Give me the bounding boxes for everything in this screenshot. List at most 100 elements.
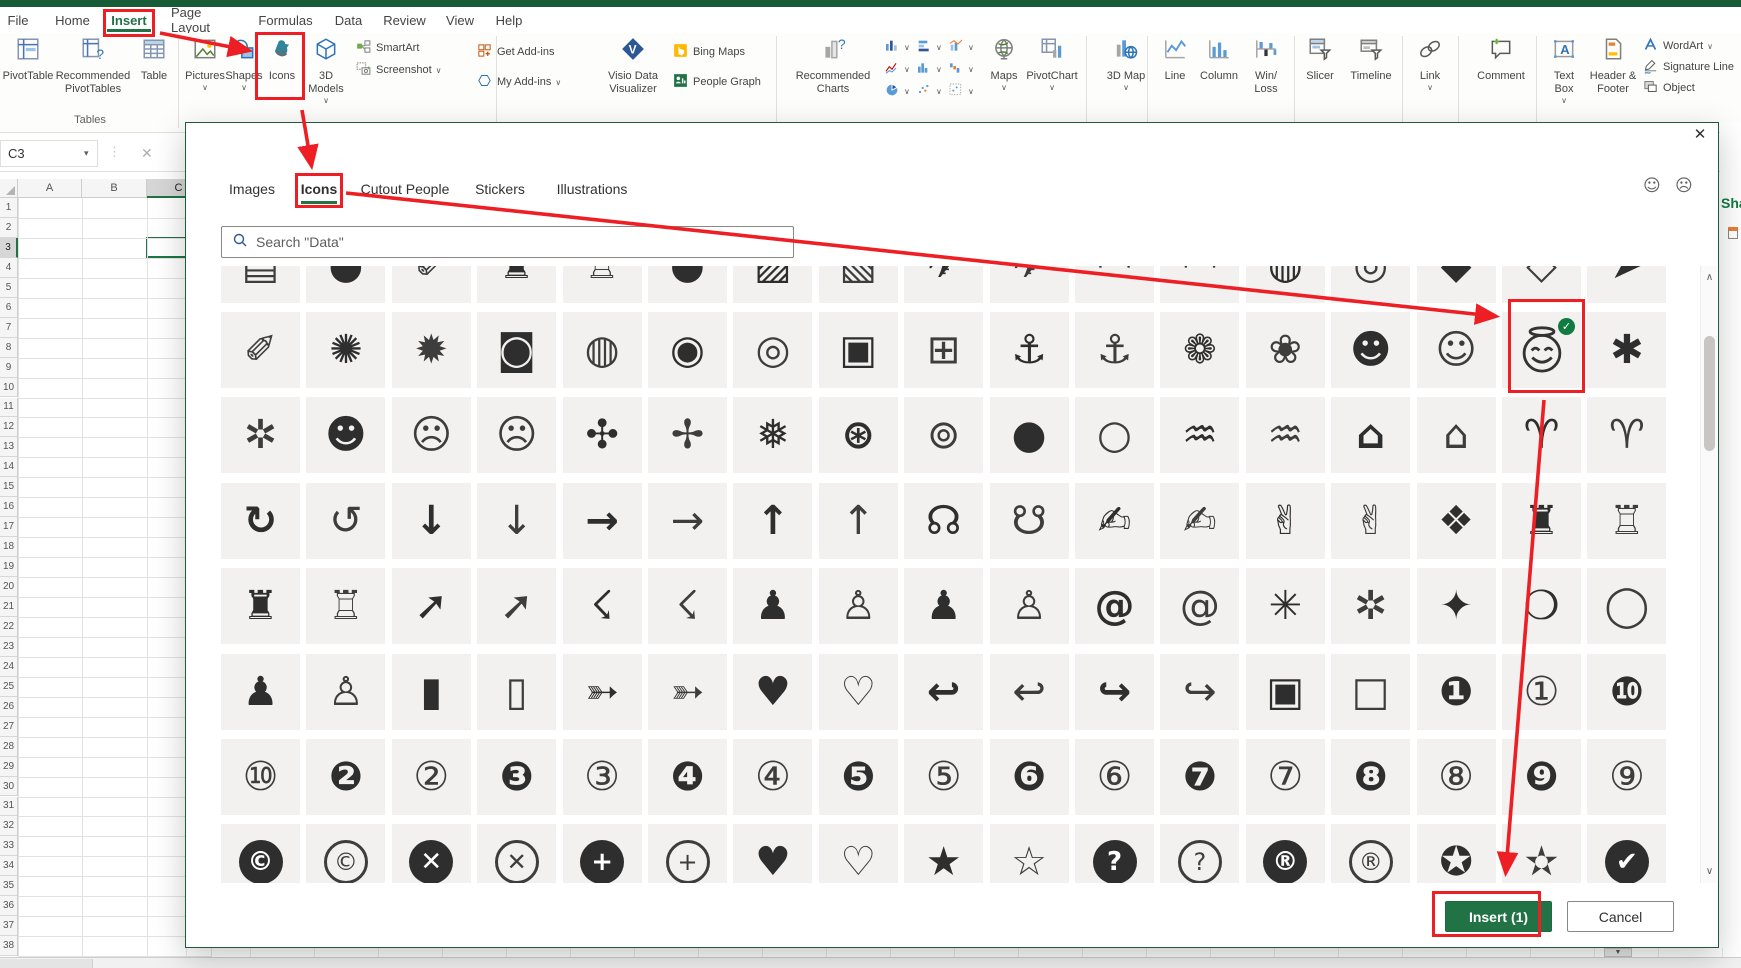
row-header-37[interactable]: 37 <box>0 916 18 936</box>
icon-cell-badge-10-filled[interactable]: ❿ <box>1587 654 1666 730</box>
icon-cell-badge-3-filled[interactable]: ❸ <box>477 739 556 815</box>
icon-cell-backpack-outline[interactable]: □ <box>1331 654 1410 730</box>
dialog-tab-stickers[interactable]: Stickers <box>470 172 530 206</box>
icon-cell-button-outline[interactable]: ◎ <box>733 312 812 388</box>
icon-cell-angry-face-filled[interactable]: ☻ <box>306 397 385 473</box>
row-header-11[interactable]: 11 <box>0 398 18 418</box>
icon-cell-forward-arrow-outline[interactable]: ↪ <box>1160 654 1239 730</box>
icon-cell-atom-outline[interactable]: ✲ <box>1331 568 1410 644</box>
ribbon-button-recommended-charts[interactable]: ?Recommended Charts <box>798 36 868 130</box>
row-header-17[interactable]: 17 <box>0 517 18 537</box>
icon-cell-anchor-filled[interactable]: ⚓ <box>990 312 1069 388</box>
icon-cell-onesie-outline[interactable]: ♡ <box>819 654 898 730</box>
tab-file[interactable]: File <box>4 7 32 33</box>
tab-formulas[interactable]: Formulas <box>259 7 312 33</box>
ribbon-button-signature-line[interactable]: Signature Line <box>1642 57 1734 77</box>
dialog-tab-illustrations[interactable]: Illustrations <box>548 172 636 206</box>
dialog-tab-images[interactable]: Images <box>223 172 281 206</box>
icon-cell-refresh-arrows-filled[interactable]: ↻ <box>221 483 300 559</box>
icon-cell-tape-measure-filled[interactable]: ◙ <box>477 312 556 388</box>
row-header-23[interactable]: 23 <box>0 637 18 657</box>
icon-cell-annoyed-face-outline[interactable]: ☹ <box>392 397 471 473</box>
icon-cell-anemone-filled[interactable]: ◍ <box>1246 266 1325 303</box>
tab-page-layout[interactable]: Page Layout <box>167 7 239 33</box>
dialog-tab-cutout-people[interactable]: Cutout People <box>355 172 455 206</box>
icon-cell-arrow-right-filled[interactable]: → <box>563 483 642 559</box>
ribbon-button-insert-waterfall-chart[interactable]: ∨ <box>948 81 974 101</box>
icon-cell-onesie-filled[interactable]: ♥ <box>733 654 812 730</box>
icon-cell-registered-filled[interactable]: ® <box>1246 824 1325 883</box>
icon-cell-shield-outline[interactable]: ◇ <box>1502 266 1581 303</box>
ribbon-button-wordart[interactable]: WordArt∨ <box>1642 36 1713 56</box>
ribbon-button-pictures[interactable]: Pictures∨ <box>184 36 226 130</box>
row-header-10[interactable]: 10 <box>0 378 18 398</box>
row-header-27[interactable]: 27 <box>0 717 18 737</box>
icon-cell-yarn-ball-filled[interactable]: ✺ <box>306 312 385 388</box>
icon-cell-badge-9-outline[interactable]: ⑨ <box>1587 739 1666 815</box>
ribbon-button-insert-statistic-chart[interactable]: ∨ <box>948 59 974 79</box>
tab-view[interactable]: View <box>444 7 476 33</box>
icon-cell-heart-filled[interactable]: ♥ <box>733 824 812 883</box>
name-box-dropdown-icon[interactable]: ▾ <box>84 148 89 159</box>
icon-cell-badge-4-filled[interactable]: ❹ <box>648 739 727 815</box>
icon-cell-add-outline[interactable]: + <box>648 824 727 883</box>
icon-cell-baby-bottle-filled[interactable]: ▮ <box>392 654 471 730</box>
formula-cancel-icon[interactable]: ✕ <box>141 145 153 162</box>
icon-cell-anemone-fish-outline[interactable]: ❀ <box>1246 312 1325 388</box>
icon-cell-anchor-ring-outline[interactable]: ◠ <box>1160 266 1239 303</box>
cancel-button[interactable]: Cancel <box>1567 901 1674 932</box>
ribbon-button-insert-combo-chart[interactable]: ∨ <box>948 37 974 57</box>
row-header-21[interactable]: 21 <box>0 597 18 617</box>
icon-cell-badge-7-filled[interactable]: ❼ <box>1160 739 1239 815</box>
column-header-A[interactable]: A <box>18 179 82 198</box>
icon-cell-ai-head-filled[interactable]: ☊ <box>904 483 983 559</box>
icon-cell-question-outline[interactable]: ? <box>1160 824 1239 883</box>
icon-cell-anemone-outline[interactable]: ◎ <box>1331 266 1410 303</box>
ribbon-button-screenshot[interactable]: Screenshot∨ <box>355 60 442 80</box>
icon-cell-anemone-fish-filled[interactable]: ❁ <box>1160 312 1239 388</box>
icon-cell-wool-dark[interactable]: ● <box>306 266 385 303</box>
row-header-32[interactable]: 32 <box>0 816 18 836</box>
dialog-tab-icons[interactable]: Icons <box>295 172 343 206</box>
ribbon-button-smartart[interactable]: SmartArt <box>355 38 419 58</box>
ribbon-button-insert-scatter-chart[interactable]: ∨ <box>916 81 942 101</box>
icon-cell-aries-outline[interactable]: ♈ <box>1587 397 1666 473</box>
icon-cell-badge-5-outline[interactable]: ⑤ <box>904 739 983 815</box>
icon-cell-rosette-check-filled[interactable]: ✪ <box>1417 824 1496 883</box>
ribbon-button-bing-maps[interactable]: Bing Maps <box>672 42 745 62</box>
tab-data[interactable]: Data <box>333 7 364 33</box>
icon-cell-refresh-arrows-outline[interactable]: ↺ <box>306 483 385 559</box>
ribbon-button-win-loss[interactable]: Win/ Loss <box>1244 36 1288 130</box>
icon-cell-aquarius-outline[interactable]: ♒ <box>1246 397 1325 473</box>
icon-cell-star-filled[interactable]: ★ <box>904 824 983 883</box>
icon-cell-apple-outline[interactable]: ○ <box>1075 397 1154 473</box>
icon-cell-backpack-filled[interactable]: ▣ <box>1246 654 1325 730</box>
row-header-8[interactable]: 8 <box>0 338 18 358</box>
icon-cell-add-filled[interactable]: + <box>563 824 642 883</box>
row-header-16[interactable]: 16 <box>0 497 18 517</box>
row-header-1[interactable]: 1 <box>0 198 18 218</box>
select-all-corner[interactable] <box>0 179 18 198</box>
icon-cell-badge-7-outline[interactable]: ⑦ <box>1246 739 1325 815</box>
icon-cell-antarctica-map[interactable]: ❅ <box>733 397 812 473</box>
icon-cell-airplane-filled[interactable]: ✈ <box>904 266 983 303</box>
icon-cell-needle-and-thread[interactable]: ✐ <box>221 312 300 388</box>
row-header-18[interactable]: 18 <box>0 537 18 557</box>
ribbon-button-pivotchart[interactable]: PivotChart∨ <box>1028 36 1076 130</box>
icon-cell-badge-8-filled[interactable]: ❽ <box>1331 739 1410 815</box>
icon-cell-shrine-outline[interactable]: ♖ <box>306 568 385 644</box>
icon-cell-bridge-filled[interactable]: ♜ <box>477 266 556 303</box>
row-header-31[interactable]: 31 <box>0 797 18 817</box>
icon-cell-quill[interactable]: ➤ <box>1587 266 1666 303</box>
icon-cell-badge-8-outline[interactable]: ⑧ <box>1417 739 1496 815</box>
icon-cell-africa-map[interactable]: ● <box>648 266 727 303</box>
row-header-5[interactable]: 5 <box>0 278 18 298</box>
ribbon-button-timeline[interactable]: Timeline <box>1346 36 1396 130</box>
row-header-13[interactable]: 13 <box>0 437 18 457</box>
row-header-24[interactable]: 24 <box>0 657 18 677</box>
icon-cell-angel-smiley-filled[interactable]: ☻ <box>1331 312 1410 388</box>
ribbon-button-insert-line-chart[interactable]: ∨ <box>884 59 910 79</box>
icon-cell-artist-filled[interactable]: ✍ <box>1075 483 1154 559</box>
tab-insert[interactable]: Insert <box>103 7 155 33</box>
row-header-28[interactable]: 28 <box>0 737 18 757</box>
